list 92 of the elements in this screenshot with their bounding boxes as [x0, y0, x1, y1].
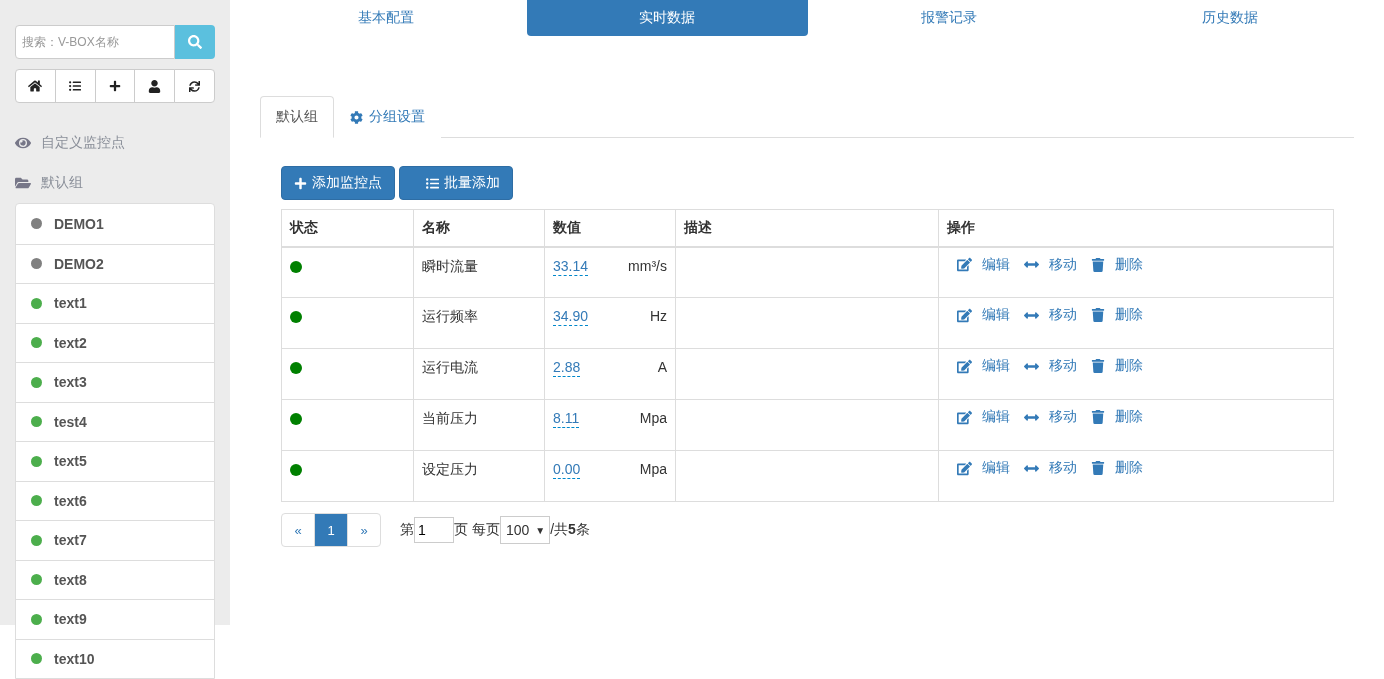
add-button[interactable] — [94, 69, 136, 103]
page-button[interactable]: 1 — [314, 513, 348, 547]
edit-link[interactable]: 编辑 — [982, 357, 1010, 375]
edit-link[interactable]: 编辑 — [982, 255, 1010, 274]
table-cell: 运行频率 — [422, 308, 478, 324]
device-name[interactable]: text3 — [54, 374, 87, 391]
group-label[interactable]: 默认组 — [41, 174, 83, 192]
per-page-select[interactable]: 100 ▼ — [499, 516, 551, 544]
table-cell: 设定压力 — [422, 461, 478, 477]
search-field[interactable]: 搜索：V-BOX名称 — [15, 25, 175, 59]
unit-text: Hz — [649, 308, 667, 326]
prev-page-button[interactable]: « — [281, 513, 315, 547]
device-name[interactable]: text6 — [54, 492, 87, 509]
add-point-button[interactable]: 添加监控点 — [281, 166, 395, 200]
unit-text: mm³/s — [628, 257, 667, 276]
table-cell: 当前压力 — [422, 410, 478, 426]
value-link[interactable]: 34.90 — [553, 308, 589, 326]
list-icon — [426, 176, 439, 190]
trash-icon[interactable] — [1091, 308, 1105, 322]
edit-link[interactable]: 编辑 — [982, 306, 1010, 324]
user-button[interactable] — [134, 69, 176, 103]
move-link[interactable]: 移动 — [1049, 255, 1077, 274]
edit-link[interactable]: 编辑 — [982, 459, 1010, 477]
trash-icon[interactable] — [1091, 461, 1105, 475]
trash-icon[interactable] — [1091, 410, 1105, 424]
edit-icon[interactable] — [957, 257, 972, 272]
edit-icon[interactable] — [957, 307, 972, 323]
delete-link[interactable]: 删除 — [1115, 357, 1143, 375]
column-header: 状态 — [281, 209, 414, 247]
edit-icon[interactable] — [957, 409, 972, 425]
refresh-icon — [189, 80, 201, 92]
trash-icon[interactable] — [1091, 257, 1105, 272]
table-cell: 运行电流 — [422, 359, 478, 375]
folder-icon — [15, 175, 31, 191]
trash-icon[interactable] — [1091, 359, 1105, 373]
column-header: 操作 — [938, 209, 1334, 247]
device-name[interactable]: text7 — [54, 532, 87, 549]
page-suffix: 页 每页 — [454, 521, 500, 539]
list-button[interactable] — [54, 69, 96, 103]
user-icon — [148, 79, 162, 93]
batch-add-button[interactable]: 批量添加 — [399, 166, 513, 200]
value-link[interactable]: 33.14 — [553, 257, 589, 276]
nav-tab[interactable]: 基本配置 — [245, 0, 527, 36]
page-number-field[interactable]: 1 — [414, 517, 454, 543]
device-name[interactable]: DEMO2 — [54, 255, 104, 272]
unit-text: A — [657, 359, 667, 377]
plus-icon — [109, 80, 121, 92]
move-link[interactable]: 移动 — [1049, 306, 1077, 324]
device-name[interactable]: text10 — [54, 650, 95, 667]
plus-icon — [294, 176, 307, 190]
total-count: /共5条 — [550, 521, 590, 539]
device-name[interactable]: DEMO1 — [54, 215, 104, 232]
next-page-button[interactable]: » — [347, 513, 381, 547]
device-name[interactable]: text1 — [54, 295, 87, 312]
delete-link[interactable]: 删除 — [1115, 408, 1143, 426]
table-cell: 瞬时流量 — [422, 257, 478, 274]
eye-icon — [15, 135, 31, 151]
edit-link[interactable]: 编辑 — [982, 408, 1010, 426]
group-label[interactable]: 自定义监控点 — [41, 134, 125, 152]
unit-text: Mpa — [639, 461, 667, 479]
edit-icon[interactable] — [957, 358, 972, 374]
device-name[interactable]: text5 — [54, 453, 87, 470]
column-header: 描述 — [675, 209, 939, 247]
delete-link[interactable]: 删除 — [1115, 255, 1143, 274]
device-name[interactable]: test4 — [54, 413, 87, 430]
home-icon — [28, 79, 43, 93]
search-icon — [188, 35, 202, 49]
nav-tab[interactable]: 历史数据 — [1089, 0, 1371, 36]
device-name[interactable]: text2 — [54, 334, 87, 351]
move-link[interactable]: 移动 — [1049, 408, 1077, 426]
column-header: 数值 — [544, 209, 676, 247]
gear-icon — [350, 110, 363, 124]
value-link[interactable]: 8.11 — [553, 410, 580, 428]
move-link[interactable]: 移动 — [1049, 357, 1077, 375]
caret-icon: ▼ — [535, 524, 546, 536]
delete-link[interactable]: 删除 — [1115, 459, 1143, 477]
value-link[interactable]: 0.00 — [553, 461, 581, 479]
delete-link[interactable]: 删除 — [1115, 306, 1143, 324]
unit-text: Mpa — [639, 410, 667, 428]
nav-tab[interactable]: 报警记录 — [808, 0, 1090, 36]
page-prefix: 第 — [400, 521, 414, 539]
move-link[interactable]: 移动 — [1049, 459, 1077, 477]
list-icon — [69, 80, 82, 92]
refresh-button[interactable] — [174, 69, 215, 103]
home-button[interactable] — [15, 69, 56, 103]
device-name[interactable]: text8 — [54, 571, 87, 588]
edit-icon[interactable] — [957, 460, 972, 476]
nav-tab[interactable]: 实时数据 — [526, 0, 808, 36]
value-link[interactable]: 2.88 — [553, 359, 581, 377]
device-name[interactable]: text9 — [54, 611, 87, 628]
column-header: 名称 — [413, 209, 545, 247]
group-tab[interactable]: 默认组 — [260, 96, 334, 138]
